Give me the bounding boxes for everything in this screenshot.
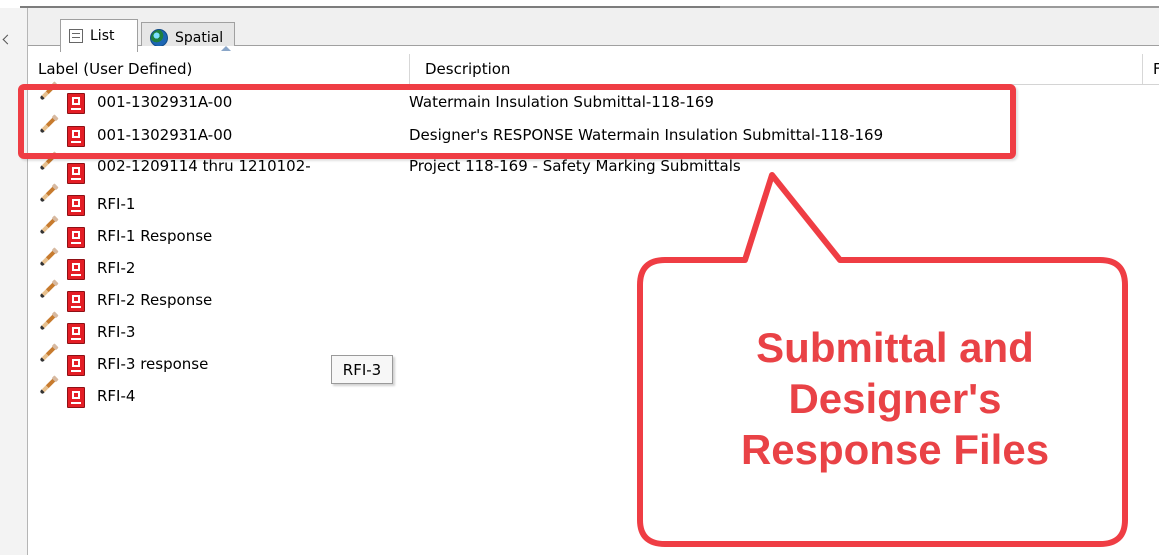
tab-list-label: List bbox=[90, 28, 115, 44]
globe-icon bbox=[150, 28, 168, 47]
callout-line: Submittal and bbox=[756, 324, 1034, 371]
column-header-label-text: Label (User Defined) bbox=[38, 60, 193, 78]
row-label: RFI-3 bbox=[97, 323, 136, 341]
row-icons bbox=[39, 217, 93, 249]
column-header-description[interactable]: Description bbox=[409, 54, 1155, 84]
tab-list[interactable]: List bbox=[60, 19, 138, 52]
row-icons bbox=[39, 281, 93, 313]
row-label: RFI-2 bbox=[97, 259, 136, 277]
list-icon bbox=[69, 29, 83, 43]
column-header-row: Label (User Defined) Description Fo bbox=[28, 46, 1159, 85]
row-icons bbox=[39, 377, 93, 409]
tab-strip: List Spatial bbox=[28, 8, 1159, 52]
collapse-arrow-icon[interactable] bbox=[2, 34, 13, 45]
row-icons bbox=[39, 153, 93, 185]
pdf-icon bbox=[67, 195, 85, 216]
column-header-label[interactable]: Label (User Defined) bbox=[38, 46, 398, 84]
row-label: 002-1209114 thru 1210102- bbox=[97, 157, 311, 175]
tab-spatial-label: Spatial bbox=[175, 29, 224, 46]
row-icons bbox=[39, 313, 93, 345]
row-icons bbox=[39, 185, 93, 217]
row-label: RFI-2 Response bbox=[97, 291, 213, 309]
tooltip: RFI-3 bbox=[331, 355, 393, 384]
highlight-box bbox=[18, 84, 1016, 159]
speech-bubble: Submittal and Designer's Response Files bbox=[630, 160, 1140, 550]
row-label: RFI-4 bbox=[97, 387, 136, 405]
pdf-icon bbox=[67, 355, 85, 376]
pdf-icon bbox=[67, 323, 85, 344]
callout-line: Response Files bbox=[740, 426, 1050, 473]
row-label: RFI-3 response bbox=[97, 355, 209, 373]
row-label: RFI-1 Response bbox=[97, 227, 213, 245]
pdf-icon bbox=[67, 259, 85, 280]
row-label: RFI-1 bbox=[97, 195, 136, 213]
column-header-third[interactable]: Fo bbox=[1142, 54, 1159, 84]
pdf-icon bbox=[67, 387, 85, 408]
row-icons bbox=[39, 345, 93, 377]
pdf-icon bbox=[67, 163, 85, 184]
pdf-icon bbox=[67, 291, 85, 312]
sort-ascending-icon bbox=[221, 46, 231, 51]
row-icons bbox=[39, 249, 93, 281]
callout-line: Designer's bbox=[788, 375, 1002, 422]
pdf-icon bbox=[67, 227, 85, 248]
callout-text: Submittal and Designer's Response Files bbox=[648, 322, 1142, 473]
